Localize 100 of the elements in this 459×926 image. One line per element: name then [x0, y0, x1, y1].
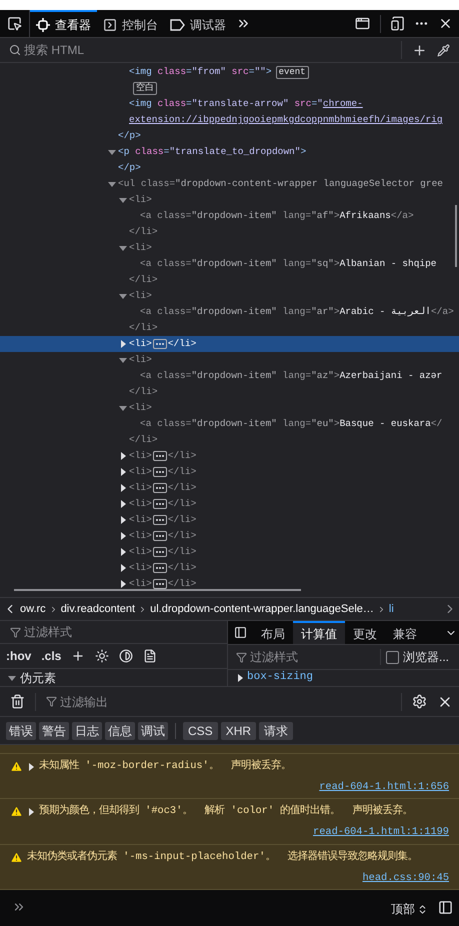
breadcrumb-item[interactable]: ow.rc — [20, 600, 46, 618]
expanded-arrow-icon[interactable] — [119, 356, 127, 364]
markup-row[interactable]: </li> — [0, 384, 459, 400]
add-rule-icon[interactable] — [71, 649, 86, 663]
markup-row[interactable]: <li> — [0, 352, 459, 368]
collapsed-content-icon[interactable] — [152, 451, 167, 461]
breadcrumb-item[interactable]: div.readcontent — [60, 600, 136, 618]
log-filter-button[interactable]: 信息 — [105, 722, 135, 740]
sidebar-tab[interactable]: 更改 — [345, 621, 385, 644]
collapsed-content-icon[interactable] — [152, 531, 167, 541]
markup-row[interactable]: <p class="translate_to_dropdown"> — [0, 144, 459, 160]
markup-row[interactable]: <li> </li> — [0, 496, 459, 512]
add-node-icon[interactable] — [412, 42, 427, 58]
markup-row[interactable]: </p> — [0, 160, 459, 176]
markup-row[interactable]: </li> — [0, 432, 459, 448]
expanded-arrow-icon[interactable] — [108, 148, 116, 156]
markup-row[interactable]: </li> — [0, 224, 459, 240]
computed-property[interactable]: box-sizing — [228, 670, 459, 685]
markup-row[interactable]: <a class="dropdown-item" lang="eu">Basque - euskara</ — [0, 416, 459, 432]
collapsed-arrow-icon[interactable] — [27, 808, 35, 816]
markup-row[interactable]: <li> </li> — [0, 528, 459, 544]
collapsed-content-icon[interactable] — [152, 515, 167, 525]
filter-output-field[interactable]: 过滤输出 — [60, 692, 401, 710]
markup-row[interactable]: <li> — [0, 240, 459, 256]
devtools-tab[interactable]: 调试器 — [164, 10, 232, 37]
node-badge[interactable]: 空白 — [133, 82, 157, 94]
responsive-icon[interactable] — [390, 16, 405, 31]
collapsed-content-icon[interactable] — [152, 563, 167, 573]
log-filter-button[interactable]: 日志 — [72, 722, 102, 740]
sidebar-toggle-icon[interactable] — [438, 900, 453, 916]
collapsed-content-icon[interactable] — [152, 547, 167, 557]
markup-row[interactable]: <ul class="dropdown-content-wrapper languageSelector gree — [0, 176, 459, 192]
print-document-icon[interactable] — [143, 649, 158, 663]
rule-section-header[interactable]: 伪元素 — [0, 669, 227, 686]
pseudo-toggle-button[interactable]: :hov — [6, 647, 32, 665]
sidebar-tab[interactable]: 计算值 — [293, 621, 345, 644]
expanded-arrow-icon[interactable] — [8, 674, 16, 682]
source-link[interactable]: read-604-1.html:1:1199 — [313, 825, 449, 841]
markup-row[interactable]: <li> — [0, 400, 459, 416]
markup-text: </li> — [168, 561, 196, 575]
markup-row[interactable]: <li> </li> — [0, 560, 459, 576]
markup-row[interactable]: </p> — [0, 128, 459, 144]
close-icon[interactable] — [438, 16, 453, 31]
collapsed-content-icon[interactable] — [152, 499, 167, 509]
sidebar-toggle-icon[interactable] — [234, 626, 247, 639]
breadcrumb-item[interactable]: li — [388, 600, 394, 618]
markup-row[interactable]: <li> </li> — [0, 480, 459, 496]
source-link[interactable]: read-604-1.html:1:656 — [319, 780, 449, 796]
markup-row[interactable]: <li> — [0, 192, 459, 208]
breadcrumb-item[interactable]: ul.dropdown-content-wrapper.languageSele… — [150, 600, 374, 618]
light-scheme-icon[interactable] — [95, 649, 110, 663]
expanded-arrow-icon[interactable] — [119, 244, 127, 252]
markup-row[interactable]: <a class="dropdown-item" lang="af">Afrikaans</a> — [0, 208, 459, 224]
layout-icon[interactable] — [355, 16, 370, 31]
log-filter-button[interactable]: 调试 — [138, 722, 168, 740]
markup-row[interactable]: <a class="dropdown-item" lang="az">Azerbaijani - azər — [0, 368, 459, 384]
request-filter-button[interactable]: XHR — [220, 722, 256, 740]
dark-scheme-icon[interactable] — [119, 649, 134, 663]
log-filter-button[interactable]: 警告 — [39, 722, 69, 740]
request-filter-button[interactable]: CSS — [183, 722, 218, 740]
clear-console-icon[interactable] — [10, 694, 25, 709]
markup-row[interactable]: <img class="from" src=""> event — [0, 64, 459, 80]
sidebar-tab[interactable]: 兼容 — [385, 621, 425, 644]
collapsed-arrow-icon[interactable] — [27, 762, 35, 770]
markup-row[interactable]: <li> </li> — [0, 544, 459, 560]
browser-styles-checkbox[interactable] — [386, 650, 399, 664]
markup-row[interactable]: <li> </li> — [0, 336, 459, 352]
context-selector[interactable]: 顶部 — [391, 900, 428, 918]
pick-element-icon[interactable] — [7, 16, 22, 31]
markup-row[interactable]: <a class="dropdown-item" lang="sq">Albanian - shqipe — [0, 256, 459, 272]
collapsed-content-icon[interactable] — [152, 339, 167, 349]
markup-row[interactable]: <li> </li> — [0, 512, 459, 528]
markup-row[interactable]: <li> </li> — [0, 448, 459, 464]
search-field[interactable]: 搜索 HTML — [24, 41, 401, 59]
collapsed-arrow-icon[interactable] — [119, 340, 127, 348]
settings-icon[interactable] — [412, 694, 427, 709]
markup-row[interactable]: <li> — [0, 288, 459, 304]
node-badge[interactable]: event — [276, 66, 309, 78]
collapsed-content-icon[interactable] — [152, 467, 167, 477]
collapsed-content-icon[interactable] — [152, 483, 167, 493]
request-filter-button[interactable]: 请求 — [259, 722, 294, 740]
markup-row[interactable]: <img class="translate-arrow" src="chrome-extension://ibppednjgooiepmkgdcoppnmbhmieefh/images/rig — [0, 96, 459, 128]
markup-row[interactable]: </li> — [0, 320, 459, 336]
collapsed-arrow-icon[interactable] — [236, 674, 244, 682]
markup-row[interactable]: <li> </li> — [0, 464, 459, 480]
vertical-scrollbar-thumb[interactable] — [455, 205, 457, 267]
expanded-arrow-icon[interactable] — [119, 292, 127, 300]
log-filter-button[interactable]: 错误 — [6, 722, 36, 740]
eyedropper-icon[interactable] — [437, 44, 450, 56]
expanded-arrow-icon[interactable] — [119, 404, 127, 412]
sidebar-tab[interactable]: 布局 — [253, 621, 293, 644]
source-link[interactable]: head.css:90:45 — [362, 870, 449, 886]
pseudo-toggle-button[interactable]: .cls — [41, 647, 62, 665]
markup-row[interactable]: </li> — [0, 272, 459, 288]
markup-row[interactable]: 空白 — [0, 80, 459, 96]
filter-computed-field[interactable]: 过滤样式 — [250, 648, 380, 666]
markup-text: <li> — [129, 577, 152, 591]
horizontal-scrollbar-thumb[interactable] — [14, 589, 301, 591]
devtools-tab[interactable]: 控制台 — [97, 10, 164, 37]
filter-styles-field[interactable]: 过滤样式 — [24, 623, 204, 641]
